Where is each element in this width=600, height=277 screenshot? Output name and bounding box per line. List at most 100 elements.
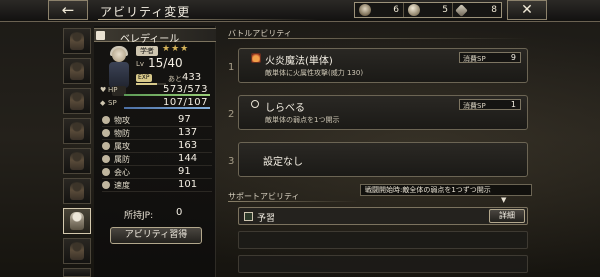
hp-row: ♥ HP 573/573	[98, 84, 212, 96]
title-underline	[98, 19, 318, 20]
tooltip-pointer-icon: ▼	[501, 196, 507, 204]
next-exp-value: 433	[182, 72, 202, 83]
ability-tooltip: 戦闘開始時:敵全体の弱点を1つずつ開示	[360, 184, 532, 196]
level-label: Lv	[136, 60, 145, 68]
character-name: ベレディール	[120, 34, 180, 45]
stat-value: 97	[178, 114, 191, 125]
character-sprite-icon	[70, 152, 84, 170]
jp-label: 所持JP:	[124, 211, 154, 221]
party-member-list	[63, 24, 93, 277]
stat-name: 会心	[114, 168, 130, 177]
sp-bar	[124, 107, 210, 109]
battle-ability-slot[interactable]: 火炎魔法(単体) 敵単体に火属性攻撃(威力 130) 消費SP 9	[238, 48, 528, 83]
support-ability-slot-empty[interactable]	[238, 231, 528, 249]
sp-drop-icon: ◆	[100, 99, 106, 107]
ward-icon	[102, 155, 110, 163]
shield-icon	[102, 129, 110, 137]
screen-title: アビリティ変更	[100, 5, 191, 19]
party-member-slot-active[interactable]	[63, 208, 91, 234]
sp-cost: 消費SP 9	[459, 52, 521, 63]
party-member-slot[interactable]	[63, 238, 91, 264]
magnifier-icon	[251, 100, 259, 108]
stat-value: 137	[178, 127, 198, 138]
critical-icon	[102, 168, 110, 176]
hp-bar	[124, 94, 210, 96]
top-bar: ← アビリティ変更 6 5 8 ✕	[0, 0, 600, 22]
resource-skull-value: 6	[393, 5, 399, 15]
back-arrow-icon: ←	[61, 1, 75, 19]
stat-value: 101	[178, 179, 198, 190]
sp-cost-label: 消費SP	[463, 55, 486, 63]
battle-ability-slot[interactable]: しらべる 敵単体の弱点を1つ開示 消費SP 1	[238, 95, 528, 130]
rarity-stars: ★★★	[162, 44, 190, 54]
character-sprite-icon	[70, 122, 84, 140]
stat-value: 163	[178, 140, 198, 151]
sword-icon	[102, 116, 110, 124]
stat-value: 91	[178, 166, 191, 177]
stat-name: 属攻	[114, 142, 130, 151]
party-member-slot[interactable]	[63, 88, 91, 114]
resource-counter: 6 5 8	[354, 2, 502, 18]
stat-row-phys-def: 物防 137	[102, 127, 212, 140]
stat-name: 物防	[114, 129, 130, 138]
support-ability-name: 予習	[257, 214, 276, 224]
stat-name: 物攻	[114, 116, 130, 125]
boot-icon	[102, 181, 110, 189]
party-member-slot[interactable]	[63, 58, 91, 84]
sp-cost-value: 9	[510, 53, 516, 62]
character-sprite-icon	[70, 32, 84, 50]
character-name-bar: ベレディール	[94, 28, 216, 45]
slot-number: 3	[228, 156, 235, 167]
crest-icon	[408, 4, 420, 16]
party-member-slot[interactable]	[63, 268, 91, 277]
stat-row-elem-def: 属防 144	[102, 153, 212, 166]
battle-ability-slot-empty[interactable]: 設定なし	[238, 142, 528, 177]
sp-cost-value: 1	[510, 100, 516, 109]
gem-icon	[455, 3, 468, 17]
sp-label: SP	[108, 99, 117, 107]
stat-row-phys-atk: 物攻 97	[102, 114, 212, 127]
stat-row-critical: 会心 91	[102, 166, 212, 179]
skull-icon	[359, 4, 371, 16]
job-badge: 学者	[136, 46, 158, 56]
card-icon	[96, 31, 105, 40]
resource-gem-value: 8	[491, 5, 497, 15]
character-sprite-icon	[70, 182, 84, 200]
next-exp-label: あと	[168, 75, 182, 83]
stat-row-speed: 速度 101	[102, 179, 212, 192]
character-sprite-icon	[70, 92, 84, 110]
slot-number: 1	[228, 62, 235, 73]
stat-row-elem-atk: 属攻 163	[102, 140, 212, 153]
sp-cost-label: 消費SP	[463, 102, 486, 110]
support-ability-slot-empty[interactable]	[238, 255, 528, 273]
resource-crest: 5	[403, 3, 452, 17]
character-sprite-icon	[70, 212, 84, 230]
support-ability-divider	[228, 201, 358, 202]
character-sprite-icon	[70, 242, 84, 260]
character-sprite-icon	[70, 62, 84, 80]
party-member-slot[interactable]	[63, 118, 91, 144]
learn-ability-button[interactable]: アビリティ習得	[110, 227, 202, 244]
back-button[interactable]: ←	[48, 0, 88, 20]
party-member-slot[interactable]	[63, 28, 91, 54]
resource-skull: 6	[355, 3, 403, 17]
battle-ability-divider	[228, 38, 528, 39]
stat-name: 速度	[114, 181, 130, 190]
ability-description: 敵単体に火属性攻撃(威力 130)	[265, 69, 364, 77]
sp-bar-fill	[124, 107, 210, 109]
jp-value: 0	[176, 207, 183, 218]
staff-icon	[102, 142, 110, 150]
stat-value: 144	[178, 153, 198, 164]
ability-name: しらべる	[265, 103, 305, 114]
hp-bar-fill	[124, 94, 210, 96]
detail-button[interactable]: 詳細	[489, 209, 525, 223]
hp-label: HP	[108, 86, 118, 94]
sp-cost: 消費SP 1	[459, 99, 521, 110]
party-member-slot[interactable]	[63, 148, 91, 174]
support-ability-slot[interactable]: 予習 詳細	[238, 207, 528, 225]
close-button[interactable]: ✕	[507, 0, 547, 20]
resource-gem: 8	[452, 3, 501, 17]
slot-number: 2	[228, 109, 235, 120]
sp-row: ◆ SP 107/107	[98, 97, 212, 109]
party-member-slot[interactable]	[63, 178, 91, 204]
